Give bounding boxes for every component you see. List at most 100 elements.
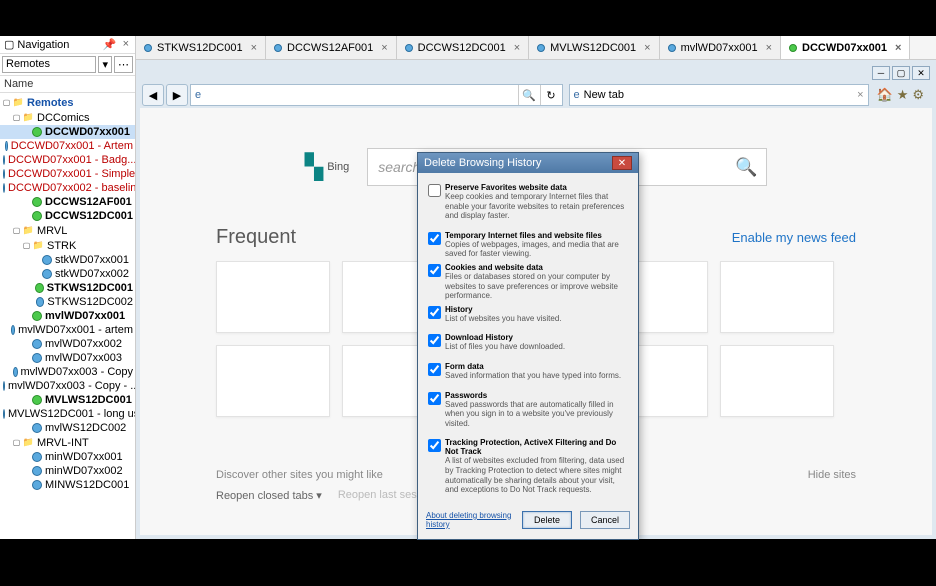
frequent-tile[interactable] <box>720 261 834 333</box>
tree-node[interactable]: MVLWS12DC001 - long user <box>0 407 135 421</box>
nav-dropdown[interactable]: Remotes <box>2 56 96 73</box>
about-deleting-link[interactable]: About deleting browsing history <box>426 511 514 529</box>
document-tab[interactable]: mvlWD07xx001× <box>660 36 781 59</box>
ie-search-icon[interactable]: 🔍 <box>518 85 540 105</box>
tree-node[interactable]: mvlWD07xx002 <box>0 337 135 351</box>
tab-label: DCCWS12AF001 <box>287 42 373 54</box>
tree-node-label: mvlWD07xx003 <box>45 352 122 364</box>
document-tab[interactable]: MVLWS12DC001× <box>529 36 659 59</box>
frequent-tile[interactable] <box>216 261 330 333</box>
discover-text[interactable]: Discover other sites you might like <box>216 469 383 481</box>
tree-toggle-icon[interactable]: ▢ <box>2 98 11 107</box>
tree-toggle-icon[interactable]: ▢ <box>12 226 21 235</box>
enable-news-link[interactable]: Enable my news feed <box>732 230 856 245</box>
tree-node-label: DCCWD07xx002 - baseline <box>8 182 135 194</box>
hide-sites-link[interactable]: Hide sites <box>808 469 856 481</box>
tree-node-label: minWD07xx002 <box>45 465 123 477</box>
option-checkbox[interactable] <box>428 264 441 277</box>
dialog-title-text: Delete Browsing History <box>424 157 541 169</box>
tree-toggle-icon[interactable]: ▢ <box>12 438 21 447</box>
ie-tab-new[interactable]: e New tab <box>570 89 854 101</box>
delete-button[interactable]: Delete <box>522 511 572 529</box>
tree-node[interactable]: ▢📁Remotes <box>0 95 135 110</box>
tree-node[interactable]: DCCWD07xx001 <box>0 125 135 139</box>
reopen-closed-tabs[interactable]: Reopen closed tabs ▾ <box>216 489 322 502</box>
tree-node[interactable]: MINWS12DC001 <box>0 478 135 492</box>
tree-node[interactable]: ▢📁MRVL <box>0 223 135 238</box>
ie-minimize-btn[interactable]: ─ <box>872 66 890 80</box>
option-checkbox[interactable] <box>428 232 441 245</box>
tab-close-icon[interactable]: × <box>766 42 772 54</box>
ie-favorites-icon[interactable]: ★ <box>897 87 909 103</box>
pin-icon[interactable]: 📌 <box>101 38 119 51</box>
cancel-button[interactable]: Cancel <box>580 511 630 529</box>
document-tab[interactable]: DCCWS12AF001 × <box>266 36 397 59</box>
tree-toggle-icon <box>22 481 31 490</box>
nav-column-header[interactable]: Name <box>0 76 135 93</box>
tree-node[interactable]: DCCWS12DC001 <box>0 209 135 223</box>
document-tab[interactable]: STKWS12DC001× <box>136 36 266 59</box>
tree-node[interactable]: DCCWS12AF001 <box>0 195 135 209</box>
tab-close-icon[interactable]: × <box>514 42 520 54</box>
option-checkbox[interactable] <box>428 306 441 319</box>
tree-node[interactable]: STKWS12DC002 <box>0 295 135 309</box>
tree-node[interactable]: stkWD07xx001 <box>0 253 135 267</box>
tree-node[interactable]: minWD07xx001 <box>0 450 135 464</box>
tree-node[interactable]: DCCWD07xx001 - Artem <box>0 139 135 153</box>
option-checkbox[interactable] <box>428 184 441 197</box>
dialog-close-button[interactable]: ✕ <box>612 156 632 170</box>
status-dot-icon <box>42 269 52 279</box>
tab-close-icon[interactable]: × <box>381 42 387 54</box>
nav-dropdown-menu[interactable]: ⋯ <box>114 56 133 73</box>
tree-node-label: DCCWD07xx001 - Badg... <box>8 154 135 166</box>
tree-node[interactable]: DCCWD07xx002 - baseline <box>0 181 135 195</box>
tree-node[interactable]: MVLWS12DC001 <box>0 393 135 407</box>
frequent-tile[interactable] <box>720 345 834 417</box>
nav-dropdown-arrow[interactable]: ▾ <box>98 56 112 73</box>
tab-close-icon[interactable]: × <box>895 42 901 54</box>
tree-node[interactable]: DCCWD07xx001 - Simple... <box>0 167 135 181</box>
tree-node[interactable]: ▢📁MRVL-INT <box>0 435 135 450</box>
tree-node[interactable]: minWD07xx002 <box>0 464 135 478</box>
ie-home-icon[interactable]: 🏠 <box>877 87 893 103</box>
tab-status-icon <box>537 44 545 52</box>
tree-node[interactable]: mvlWD07xx003 - Copy <box>0 365 135 379</box>
ie-forward-btn[interactable]: ▶ <box>166 84 188 106</box>
option-checkbox[interactable] <box>428 334 441 347</box>
tree-toggle-icon <box>22 312 31 321</box>
status-dot-icon <box>35 283 44 293</box>
dialog-titlebar[interactable]: Delete Browsing History ✕ <box>418 153 638 173</box>
tree-node[interactable]: mvlWD07xx001 - artem <box>0 323 135 337</box>
ie-tab-close-icon[interactable]: × <box>853 89 867 101</box>
tree-toggle-icon[interactable]: ▢ <box>12 113 21 122</box>
tree-node[interactable]: mvlWS12DC002 <box>0 421 135 435</box>
bing-search-button[interactable]: 🔍 <box>726 149 766 185</box>
tree-node[interactable]: ▢📁DCComics <box>0 110 135 125</box>
ie-address-bar[interactable]: e 🔍 ↻ <box>190 84 563 106</box>
tree-node[interactable]: mvlWD07xx003 <box>0 351 135 365</box>
option-checkbox[interactable] <box>428 439 441 452</box>
tab-close-icon[interactable]: × <box>251 42 257 54</box>
document-tab[interactable]: DCCWS12DC001× <box>397 36 529 59</box>
option-checkbox[interactable] <box>428 392 441 405</box>
tree-node[interactable]: mvlWD07xx001 <box>0 309 135 323</box>
delete-history-dialog: Delete Browsing History ✕ Preserve Favor… <box>417 152 639 540</box>
close-panel-icon[interactable]: × <box>121 38 131 51</box>
tree-toggle-icon[interactable]: ▢ <box>22 241 31 250</box>
status-dot-icon <box>3 409 5 419</box>
ie-close-btn[interactable]: ✕ <box>912 66 930 80</box>
ie-back-btn[interactable]: ◀ <box>142 84 164 106</box>
tree-node[interactable]: DCCWD07xx001 - Badg... <box>0 153 135 167</box>
ie-refresh-icon[interactable]: ↻ <box>540 85 562 105</box>
status-dot-icon <box>3 183 5 193</box>
frequent-tile[interactable] <box>216 345 330 417</box>
tab-close-icon[interactable]: × <box>644 42 650 54</box>
option-checkbox[interactable] <box>428 363 441 376</box>
tree-node[interactable]: stkWD07xx002 <box>0 267 135 281</box>
document-tab[interactable]: DCCWD07xx001× <box>781 36 910 59</box>
tree-node[interactable]: STKWS12DC001 <box>0 281 135 295</box>
tree-node[interactable]: mvlWD07xx003 - Copy - ... <box>0 379 135 393</box>
ie-tools-icon[interactable]: ⚙ <box>912 87 924 103</box>
ie-maximize-btn[interactable]: ▢ <box>892 66 910 80</box>
tree-node[interactable]: ▢📁STRK <box>0 238 135 253</box>
